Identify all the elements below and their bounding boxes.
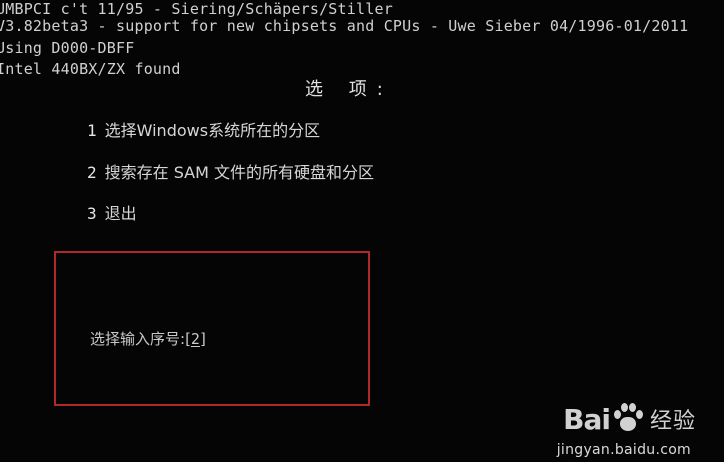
baidu-jingyan-watermark: Bai 经验 <box>563 402 696 436</box>
boot-line-umbpci: UMBPCI c't 11/95 - Siering/Schäpers/Stil… <box>0 0 393 18</box>
menu-option-label: 选择Windows系统所在的分区 <box>104 121 321 140</box>
menu-option-label: 搜索存在 SAM 文件的所有硬盘和分区 <box>104 163 375 182</box>
watermark-brand-left: Bai <box>563 402 611 436</box>
menu-option-2[interactable]: 2 搜索存在 SAM 文件的所有硬盘和分区 <box>87 163 374 183</box>
menu-option-label: 退出 <box>104 204 137 223</box>
selection-input-value[interactable]: 2 <box>191 330 200 348</box>
dos-screen: UMBPCI c't 11/95 - Siering/Schäpers/Stil… <box>0 0 724 462</box>
paw-icon <box>611 402 645 436</box>
boot-line-version: V3.82beta3 - support for new chipsets an… <box>0 17 689 35</box>
selection-bracket-close: ] <box>199 330 206 348</box>
menu-option-3[interactable]: 3 退出 <box>87 204 137 224</box>
selection-input-box: 选择输入序号: [ 2 ] <box>54 251 370 406</box>
menu-option-number: 3 <box>87 204 97 223</box>
boot-line-memory-range: Using D000-DBFF <box>0 39 135 57</box>
watermark-url: jingyan.baidu.com <box>556 442 691 458</box>
menu-option-number: 1 <box>87 121 97 140</box>
boot-line-chipset: Intel 440BX/ZX found <box>0 60 181 78</box>
selection-prompt-label: 选择输入序号: <box>90 330 186 348</box>
watermark-brand-right: 经验 <box>649 409 696 434</box>
menu-title: 选 项: <box>305 79 393 100</box>
menu-option-number: 2 <box>87 163 97 182</box>
selection-prompt[interactable]: 选择输入序号: [ 2 ] <box>90 330 206 348</box>
menu-option-1[interactable]: 1 选择Windows系统所在的分区 <box>87 121 320 141</box>
